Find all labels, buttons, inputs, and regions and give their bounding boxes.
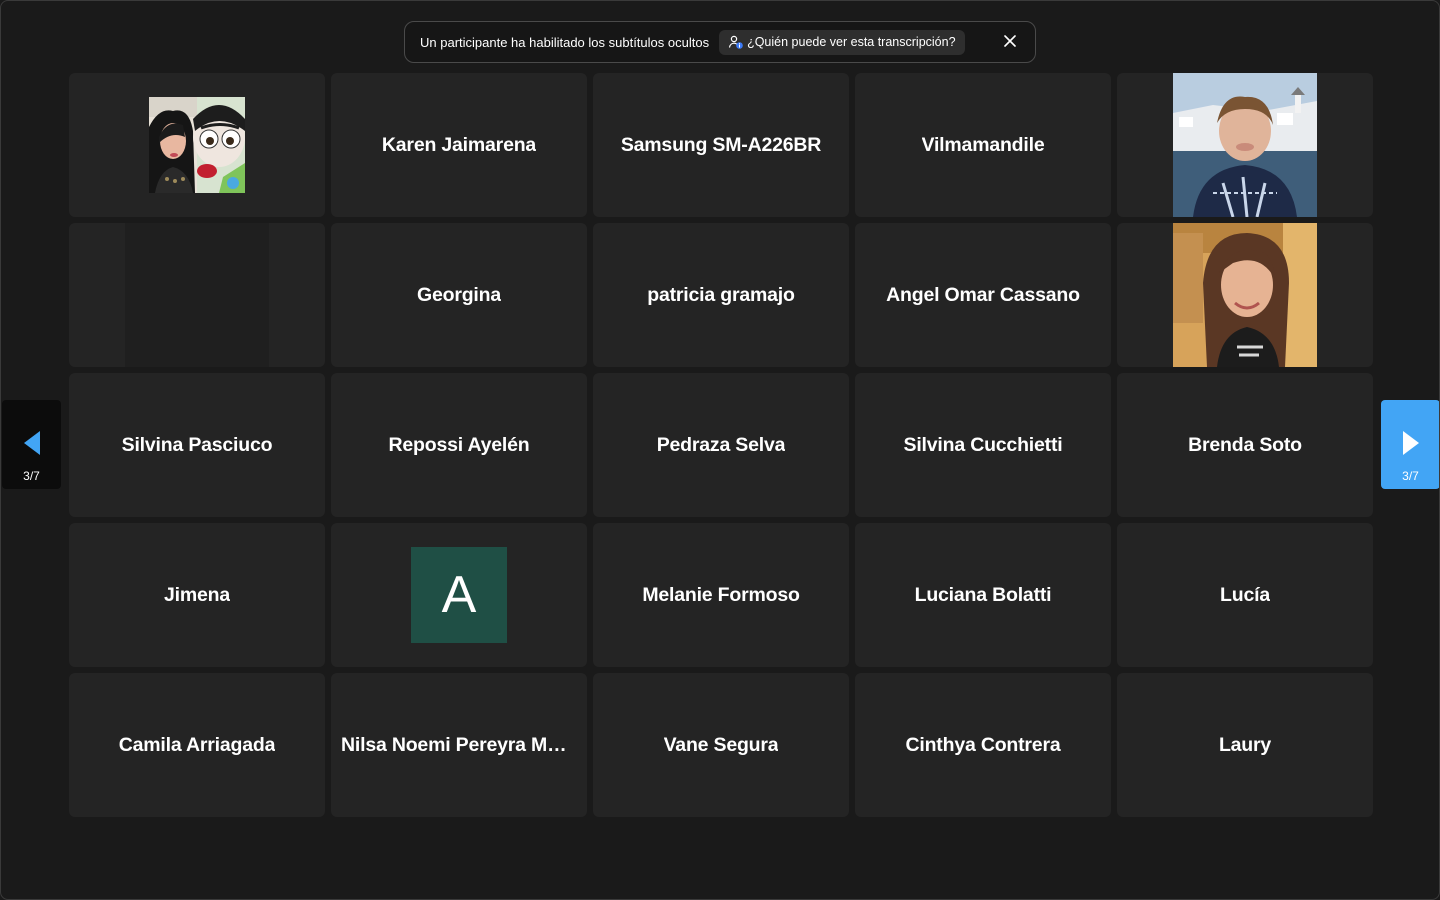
page-indicator: 3/7 <box>1402 469 1419 483</box>
participant-tile[interactable] <box>69 223 325 367</box>
page-indicator: 3/7 <box>23 469 40 483</box>
participant-tile[interactable]: Brenda Soto <box>1117 373 1373 517</box>
participant-name: Pedraza Selva <box>656 433 786 456</box>
participant-name: Cinthya Contrera <box>905 733 1061 756</box>
captions-message: Un participante ha habilitado los subtít… <box>420 34 710 50</box>
participant-name: Karen Jaimarena <box>381 133 537 156</box>
participant-name: Vilmamandile <box>921 133 1045 156</box>
triangle-left-icon <box>23 400 41 461</box>
participant-tile[interactable]: Luciana Bolatti <box>855 523 1111 667</box>
participant-name: patricia gramajo <box>647 283 795 306</box>
meeting-window: Un participante ha habilitado los subtít… <box>0 0 1440 900</box>
participant-tile[interactable]: Silvina Cucchietti <box>855 373 1111 517</box>
participant-tile[interactable]: Lucía <box>1117 523 1373 667</box>
participant-name: Nilsa Noemi Pereyra Müll... <box>341 733 577 756</box>
participant-tile[interactable]: Camila Arriagada <box>69 673 325 817</box>
participant-name: Angel Omar Cassano <box>886 283 1080 306</box>
participant-tile[interactable]: patricia gramajo <box>593 223 849 367</box>
participant-name: Melanie Formoso <box>642 583 800 606</box>
participant-tile[interactable]: Karen Jaimarena <box>331 73 587 217</box>
participant-tile[interactable] <box>69 73 325 217</box>
initial-avatar: A <box>411 547 507 643</box>
participant-name: Silvina Cucchietti <box>903 433 1063 456</box>
participant-name: Laury <box>1218 733 1272 756</box>
participant-tile[interactable]: Repossi Ayelén <box>331 373 587 517</box>
who-can-see-transcript-button[interactable]: ¿Quién puede ver esta transcripción? <box>719 29 965 55</box>
participant-tile[interactable]: Pedraza Selva <box>593 373 849 517</box>
captions-banner: Un participante ha habilitado los subtít… <box>404 21 1036 63</box>
previous-page-button[interactable]: 3/7 <box>2 400 61 489</box>
participant-name: Vane Segura <box>663 733 779 756</box>
participant-tile[interactable]: Nilsa Noemi Pereyra Müll... <box>331 673 587 817</box>
video-off-placeholder <box>125 223 269 367</box>
participant-tile[interactable]: Vilmamandile <box>855 73 1111 217</box>
participant-name: Silvina Pasciuco <box>121 433 273 456</box>
participant-name: Brenda Soto <box>1188 433 1302 456</box>
avatar-initial: A <box>441 566 477 624</box>
participant-tile[interactable]: Vane Segura <box>593 673 849 817</box>
participant-tile[interactable]: Cinthya Contrera <box>855 673 1111 817</box>
participant-tile[interactable]: Silvina Pasciuco <box>69 373 325 517</box>
triangle-right-icon <box>1402 400 1420 461</box>
participant-name: Lucía <box>1220 583 1270 606</box>
person-info-icon <box>728 34 744 50</box>
participant-name: Jimena <box>163 583 230 606</box>
participant-tile[interactable] <box>1117 73 1373 217</box>
who-can-see-label: ¿Quién puede ver esta transcripción? <box>747 35 956 49</box>
participant-tile[interactable]: Samsung SM-A226BR <box>593 73 849 217</box>
frida-avatar-image <box>149 97 245 193</box>
participant-tile[interactable]: Melanie Formoso <box>593 523 849 667</box>
next-page-button[interactable]: 3/7 <box>1381 400 1439 489</box>
close-banner-button[interactable] <box>999 31 1021 53</box>
participant-tile[interactable]: A <box>331 523 587 667</box>
participant-name: Samsung SM-A226BR <box>620 133 822 156</box>
participant-name: Camila Arriagada <box>118 733 276 756</box>
participant-gallery: Karen Jaimarena Samsung SM-A226BR Vilmam… <box>69 73 1373 817</box>
participant-tile[interactable]: Jimena <box>69 523 325 667</box>
participant-tile[interactable]: Laury <box>1117 673 1373 817</box>
participant-name: Georgina <box>417 283 501 306</box>
participant-tile[interactable]: Angel Omar Cassano <box>855 223 1111 367</box>
participant-tile[interactable] <box>1117 223 1373 367</box>
close-icon <box>1004 34 1016 50</box>
participant-name: Luciana Bolatti <box>914 583 1052 606</box>
participant-tile[interactable]: Georgina <box>331 223 587 367</box>
participant-name: Repossi Ayelén <box>388 433 530 456</box>
